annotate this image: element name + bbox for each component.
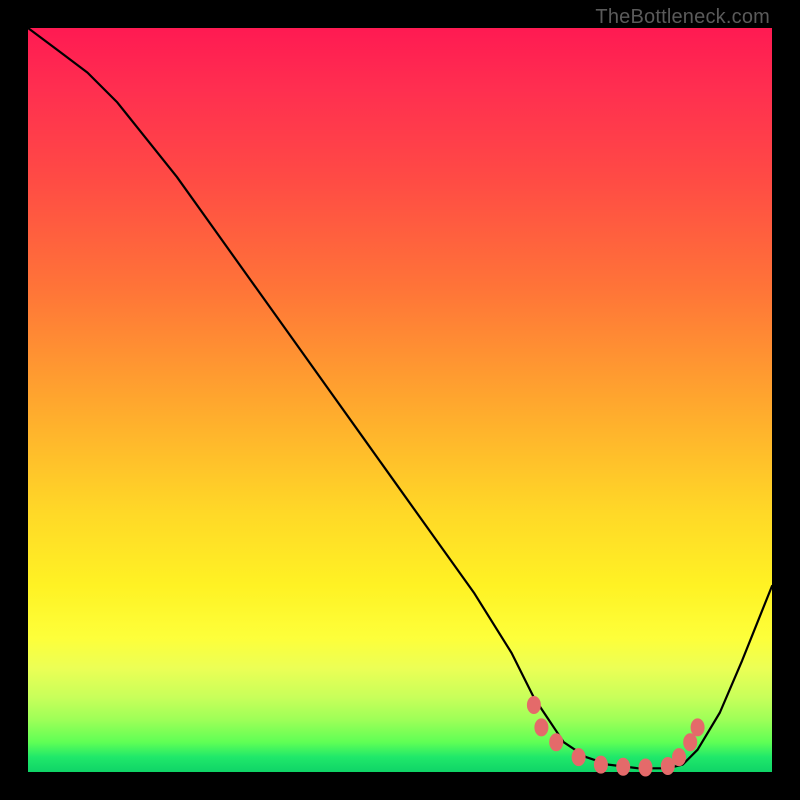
marker-dot [527,696,541,714]
marker-dot [616,758,630,776]
marker-dot [672,748,686,766]
attribution-label: TheBottleneck.com [595,6,770,29]
marker-dot [549,733,563,751]
marker-dot [691,718,705,736]
plot-area [28,28,772,772]
marker-dot [639,759,653,777]
marker-dot [572,748,586,766]
marker-dot [594,756,608,774]
curve-path [28,28,772,768]
marker-dot [534,718,548,736]
bottleneck-curve [28,28,772,772]
chart-frame: TheBottleneck.com [0,0,800,800]
marker-dot [683,733,697,751]
